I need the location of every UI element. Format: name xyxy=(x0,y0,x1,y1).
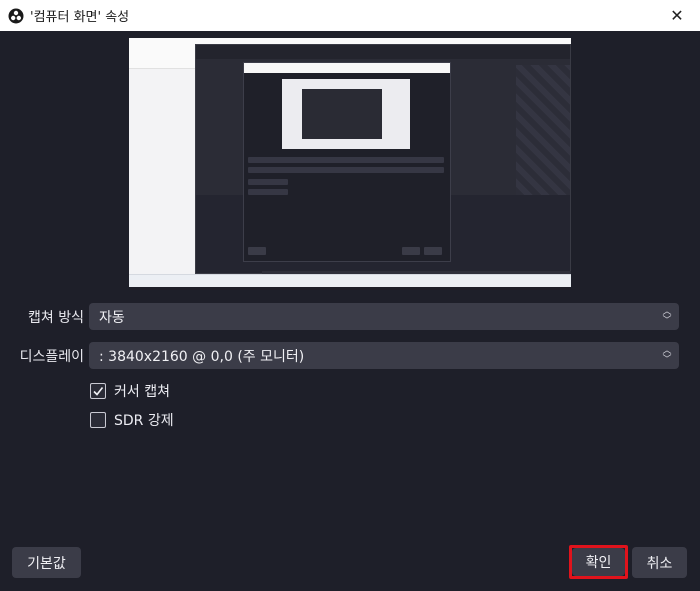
preview-taskbar xyxy=(129,274,571,287)
sdr-force-label: SDR 강제 xyxy=(114,413,174,429)
defaults-button[interactable]: 기본값 xyxy=(12,547,81,578)
title-bar: '컴퓨터 화면' 속성 ✕ xyxy=(0,0,700,32)
display-spinner[interactable]: ︿ ﹀ xyxy=(659,344,675,367)
display-value: : 3840x2160 @ 0,0 (주 모니터) xyxy=(99,348,305,365)
window-title: '컴퓨터 화면' 속성 xyxy=(30,10,130,25)
capture-cursor-label: 커서 캡쳐 xyxy=(114,384,170,400)
capture-method-spinner[interactable]: ︿ ﹀ xyxy=(659,305,675,328)
cancel-button[interactable]: 취소 xyxy=(632,547,687,578)
capture-cursor-row[interactable]: 커서 캡쳐 xyxy=(90,381,170,401)
close-button[interactable]: ✕ xyxy=(654,0,700,31)
capture-cursor-checkbox[interactable] xyxy=(90,383,106,399)
checkmark-icon xyxy=(93,387,104,396)
chevron-down-icon: ﹀ xyxy=(662,354,672,365)
display-select[interactable]: : 3840x2160 @ 0,0 (주 모니터) ︿ ﹀ xyxy=(89,342,679,369)
ok-button-highlight xyxy=(569,545,628,579)
chevron-down-icon: ﹀ xyxy=(662,315,672,326)
display-label: 디스플레이 xyxy=(19,349,84,365)
capture-preview xyxy=(129,38,571,287)
close-icon: ✕ xyxy=(670,6,684,25)
preview-nested-dialog xyxy=(243,62,451,262)
sdr-force-checkbox[interactable] xyxy=(90,412,106,428)
obs-logo-icon xyxy=(8,8,24,23)
capture-method-label: 캡쳐 방식 xyxy=(28,310,84,326)
sdr-force-row[interactable]: SDR 강제 xyxy=(90,410,174,430)
capture-method-select[interactable]: 자동 ︿ ﹀ xyxy=(89,303,679,330)
capture-method-value: 자동 xyxy=(99,309,125,326)
